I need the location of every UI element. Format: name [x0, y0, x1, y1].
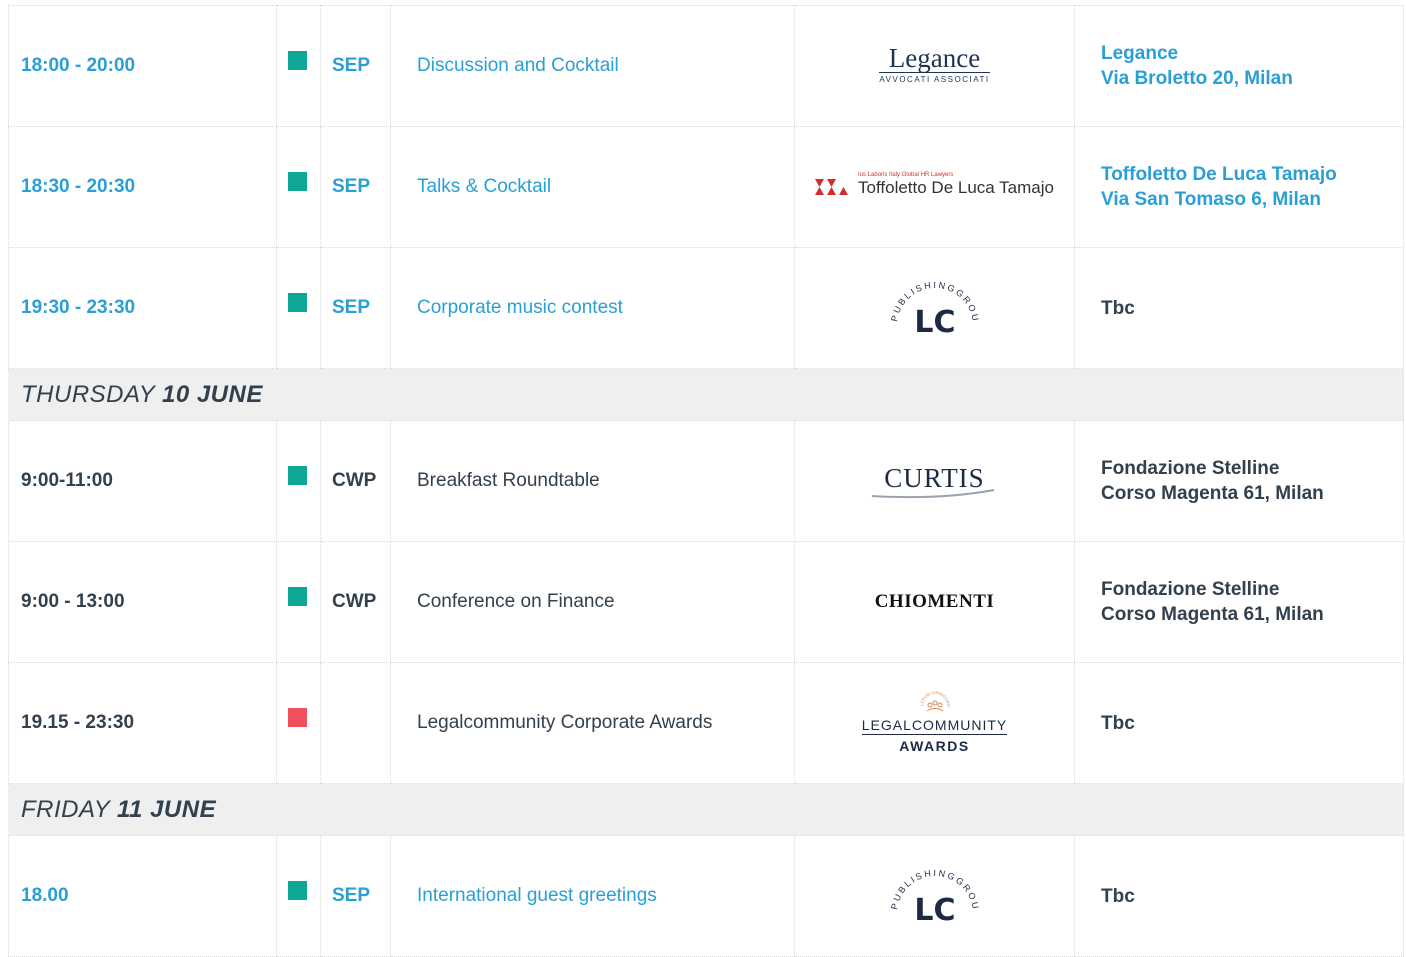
table-row: 19.15 - 23:30 Legalcommunity Corporate A…	[8, 662, 1404, 784]
location-venue: Toffoletto De Luca Tamajo	[1101, 164, 1337, 185]
location-venue: Legance	[1101, 43, 1179, 64]
table-row: 18:00 - 20:00 SEP Discussion and Cocktai…	[8, 5, 1404, 127]
toffoletto-logo: Ius Laboris Italy Global HR Lawyers Toff…	[815, 172, 1054, 197]
legance-logo-sub: AVVOCATI ASSOCIATI	[879, 72, 990, 84]
event-location: Fondazione Stelline Corso Magenta 61, Mi…	[1074, 541, 1404, 663]
event-time: 19.15 - 23:30	[8, 662, 277, 784]
toffoletto-logo-name: Toffoletto De Luca Tamajo	[858, 178, 1054, 197]
day-weekday: FRIDAY	[21, 795, 110, 823]
day-weekday: THURSDAY	[21, 380, 155, 408]
event-type-square	[288, 172, 307, 192]
event-title-link[interactable]: International guest greetings	[390, 835, 795, 957]
event-type-square	[288, 881, 307, 901]
day-header-thursday: THURSDAY 10 JUNE	[8, 368, 1404, 421]
location-venue: Tbc	[1101, 885, 1135, 907]
svg-text:LCPUBLISHINGGROUP: LCPUBLISHINGGROUP	[915, 690, 951, 707]
lc-publishing-group-logo: PUBLISHINGGROUP LC	[885, 274, 979, 338]
day-header-friday: FRIDAY 11 JUNE	[8, 783, 1404, 836]
legalcommunity-awards-logo-name: LEGALCOMMUNITY	[861, 717, 1008, 735]
schedule-table: 18:00 - 20:00 SEP Discussion and Cocktai…	[8, 5, 1404, 957]
event-time: 19:30 - 23:30	[8, 247, 277, 369]
location-venue: Tbc	[1101, 297, 1135, 319]
table-row: 18:30 - 20:30 SEP Talks & Cocktail Ius L…	[8, 126, 1404, 248]
table-row: 19:30 - 23:30 SEP Corporate music contes…	[8, 247, 1404, 369]
event-type-square	[288, 708, 307, 728]
chiomenti-logo: CHIOMENTI	[874, 591, 995, 612]
svg-text:LC: LC	[914, 305, 955, 338]
event-code: CWP	[320, 420, 391, 542]
schedule: 18:00 - 20:00 SEP Discussion and Cocktai…	[8, 5, 1404, 957]
event-code: SEP	[320, 247, 391, 369]
ius-laboris-mark-icon	[815, 179, 849, 195]
event-location: Tbc	[1074, 247, 1404, 369]
svg-text:LC: LC	[914, 893, 955, 926]
event-type-square	[288, 51, 307, 71]
event-time: 9:00 - 13:00	[8, 541, 277, 663]
location-address: Via San Tomaso 6, Milan	[1101, 189, 1321, 210]
event-code: CWP	[320, 541, 391, 663]
event-location: Fondazione Stelline Corso Magenta 61, Mi…	[1074, 420, 1404, 542]
event-code	[320, 662, 391, 784]
event-title: Breakfast Roundtable	[390, 420, 795, 542]
location-address: Corso Magenta 61, Milan	[1101, 604, 1324, 625]
location-venue: Fondazione Stelline	[1101, 458, 1280, 479]
day-date: 10 JUNE	[161, 380, 263, 408]
event-title-link[interactable]: Corporate music contest	[390, 247, 795, 369]
curtis-logo-name: CURTIS	[884, 462, 985, 493]
event-time: 18:00 - 20:00	[8, 5, 277, 127]
location-address: Corso Magenta 61, Milan	[1101, 483, 1324, 504]
table-row: 9:00 - 13:00 CWP Conference on Finance C…	[8, 541, 1404, 663]
day-header-row: THURSDAY 10 JUNE	[8, 368, 1404, 421]
location-venue: Tbc	[1101, 712, 1135, 734]
event-type-square	[288, 587, 307, 607]
location-address: Via Broletto 20, Milan	[1101, 68, 1293, 89]
event-code: SEP	[320, 126, 391, 248]
event-location: Tbc	[1074, 662, 1404, 784]
lc-publishing-group-logo: PUBLISHINGGROUP LC	[885, 862, 979, 926]
legalcommunity-awards-logo: LCPUBLISHINGGROUP LEGALCOMMUNITY AWARDS	[861, 686, 1008, 754]
curtis-logo: CURTIS	[870, 463, 1000, 500]
event-location-link[interactable]: Legance Via Broletto 20, Milan	[1074, 5, 1404, 127]
event-title-link[interactable]: Talks & Cocktail	[390, 126, 795, 248]
table-row: 9:00-11:00 CWP Breakfast Roundtable CURT…	[8, 420, 1404, 542]
day-header-row: FRIDAY 11 JUNE	[8, 783, 1404, 836]
event-time: 9:00-11:00	[8, 420, 277, 542]
event-code: SEP	[320, 835, 391, 957]
event-title-link[interactable]: Discussion and Cocktail	[390, 5, 795, 127]
location-venue: Fondazione Stelline	[1101, 579, 1280, 600]
people-icon: LCPUBLISHINGGROUP	[913, 686, 951, 712]
legalcommunity-awards-logo-sub: AWARDS	[899, 738, 970, 754]
legance-logo-name: Legance	[888, 43, 981, 73]
event-time: 18:30 - 20:30	[8, 126, 277, 248]
event-location: Tbc	[1074, 835, 1404, 957]
day-date: 11 JUNE	[116, 795, 217, 823]
event-type-square	[288, 293, 307, 313]
event-location-link[interactable]: Toffoletto De Luca Tamajo Via San Tomaso…	[1074, 126, 1404, 248]
event-time: 18.00	[8, 835, 277, 957]
event-type-square	[288, 466, 307, 486]
event-title: Legalcommunity Corporate Awards	[390, 662, 795, 784]
event-title: Conference on Finance	[390, 541, 795, 663]
table-row: 18.00 SEP International guest greetings …	[8, 835, 1404, 957]
event-code: SEP	[320, 5, 391, 127]
legance-logo: Legance AVVOCATI ASSOCIATI	[879, 43, 990, 84]
